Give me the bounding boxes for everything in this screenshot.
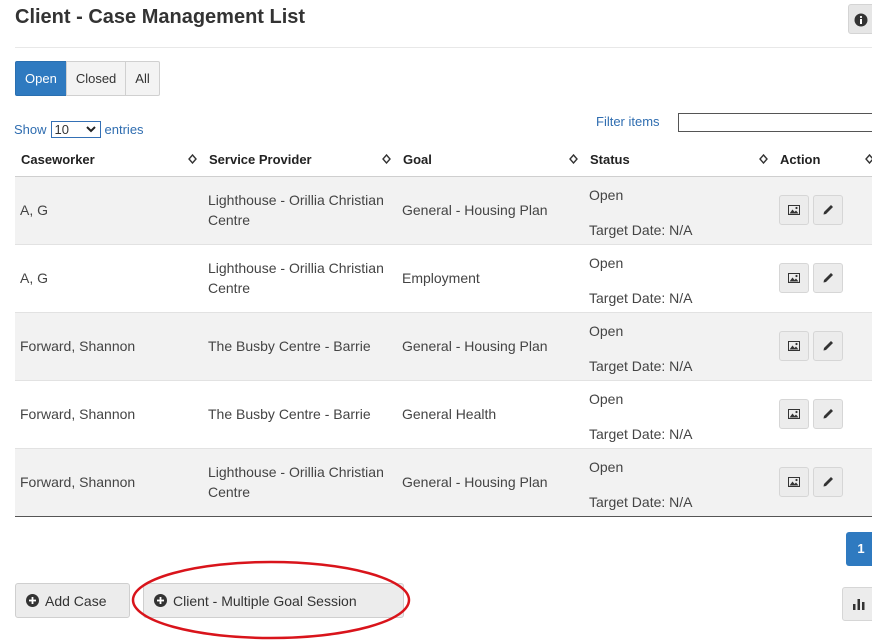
provider-cell: Lighthouse - Orillia Christian Centre [203, 175, 397, 244]
title-divider [15, 47, 872, 48]
add-case-button[interactable]: Add Case [15, 583, 130, 618]
target-date: Target Date: N/A [589, 221, 693, 238]
caseworker-cell: Forward, Shannon [15, 379, 203, 448]
page-title: Client - Case Management List [15, 6, 306, 28]
plus-circle-icon [154, 594, 167, 607]
table-row: Forward, Shannon The Busby Centre - Barr… [15, 311, 872, 380]
pencil-icon [823, 477, 833, 487]
bar-chart-icon [853, 599, 865, 610]
status-value: Open [589, 458, 624, 475]
view-button[interactable] [779, 399, 809, 429]
caseworker-cell: Forward, Shannon [15, 447, 203, 517]
sort-icon [759, 154, 768, 164]
goal-cell: Employment [397, 243, 584, 312]
provider-cell: Lighthouse - Orillia Christian Centre [203, 243, 397, 312]
edit-button[interactable] [813, 263, 843, 293]
filter-items-label: Filter items [596, 114, 660, 129]
target-date: Target Date: N/A [589, 425, 693, 442]
filter-all-button[interactable]: All [125, 61, 160, 96]
image-icon [788, 341, 800, 351]
filter-items-input[interactable] [678, 113, 872, 132]
goal-cell: General Health [397, 379, 584, 448]
sort-icon [569, 154, 578, 164]
goal-cell: General - Housing Plan [397, 311, 584, 380]
status-cell: Open Target Date: N/A [584, 447, 774, 517]
view-button[interactable] [779, 195, 809, 225]
status-value: Open [589, 254, 624, 271]
page-1-button[interactable]: 1 [846, 532, 872, 566]
col-status[interactable]: Status [584, 143, 774, 177]
sort-icon [188, 154, 197, 164]
chevron-down-icon [85, 126, 96, 133]
sort-icon [382, 154, 391, 164]
view-button[interactable] [779, 467, 809, 497]
col-goal[interactable]: Goal [397, 143, 584, 177]
edit-button[interactable] [813, 467, 843, 497]
col-action[interactable]: Action [774, 143, 872, 177]
case-table: Caseworker Service Provider Goal Status … [15, 143, 872, 517]
goal-cell: General - Housing Plan [397, 175, 584, 244]
info-icon [854, 13, 868, 27]
view-button[interactable] [779, 331, 809, 361]
multiple-goal-session-label: Client - Multiple Goal Session [173, 592, 357, 609]
status-value: Open [589, 322, 624, 339]
action-cell [774, 379, 872, 448]
add-case-label: Add Case [45, 592, 107, 609]
image-icon [788, 477, 800, 487]
table-row: A, G Lighthouse - Orillia Christian Cent… [15, 175, 872, 244]
target-date: Target Date: N/A [589, 357, 693, 374]
provider-cell: The Busby Centre - Barrie [203, 311, 397, 380]
caseworker-cell: Forward, Shannon [15, 311, 203, 380]
filter-closed-button[interactable]: Closed [65, 61, 127, 96]
action-cell [774, 311, 872, 380]
table-row: A, G Lighthouse - Orillia Christian Cent… [15, 243, 872, 312]
status-value: Open [589, 186, 624, 203]
pencil-icon [823, 273, 833, 283]
entries-select[interactable]: 10 [50, 121, 101, 138]
show-entries: Show 10 entries [14, 121, 144, 138]
multiple-goal-session-button[interactable]: Client - Multiple Goal Session [143, 583, 404, 618]
target-date: Target Date: N/A [589, 289, 693, 306]
status-cell: Open Target Date: N/A [584, 379, 774, 448]
entries-suffix: entries [104, 122, 144, 137]
action-cell [774, 175, 872, 244]
status-cell: Open Target Date: N/A [584, 311, 774, 380]
caseworker-cell: A, G [15, 243, 203, 312]
target-date: Target Date: N/A [589, 493, 693, 510]
status-cell: Open Target Date: N/A [584, 243, 774, 312]
action-cell [774, 447, 872, 517]
goal-cell: General - Housing Plan [397, 447, 584, 517]
edit-button[interactable] [813, 195, 843, 225]
action-cell [774, 243, 872, 312]
image-icon [788, 205, 800, 215]
entries-value: 10 [54, 122, 69, 137]
status-cell: Open Target Date: N/A [584, 175, 774, 244]
plus-circle-icon [26, 594, 39, 607]
provider-cell: The Busby Centre - Barrie [203, 379, 397, 448]
image-icon [788, 273, 800, 283]
chart-button[interactable] [842, 587, 872, 621]
pencil-icon [823, 341, 833, 351]
edit-button[interactable] [813, 331, 843, 361]
image-icon [788, 409, 800, 419]
view-button[interactable] [779, 263, 809, 293]
caseworker-cell: A, G [15, 175, 203, 244]
col-caseworker[interactable]: Caseworker [15, 143, 203, 177]
table-row: Forward, Shannon Lighthouse - Orillia Ch… [15, 447, 872, 517]
info-button[interactable] [848, 4, 872, 34]
show-label: Show [14, 122, 47, 137]
edit-button[interactable] [813, 399, 843, 429]
provider-cell: Lighthouse - Orillia Christian Centre [203, 447, 397, 517]
sort-icon [865, 154, 872, 164]
status-value: Open [589, 390, 624, 407]
col-service-provider[interactable]: Service Provider [203, 143, 397, 177]
status-filter-group: Open Closed All [15, 61, 160, 96]
table-row: Forward, Shannon The Busby Centre - Barr… [15, 379, 872, 448]
pencil-icon [823, 205, 833, 215]
filter-open-button[interactable]: Open [15, 61, 67, 96]
table-header-row: Caseworker Service Provider Goal Status … [15, 143, 872, 177]
pencil-icon [823, 409, 833, 419]
